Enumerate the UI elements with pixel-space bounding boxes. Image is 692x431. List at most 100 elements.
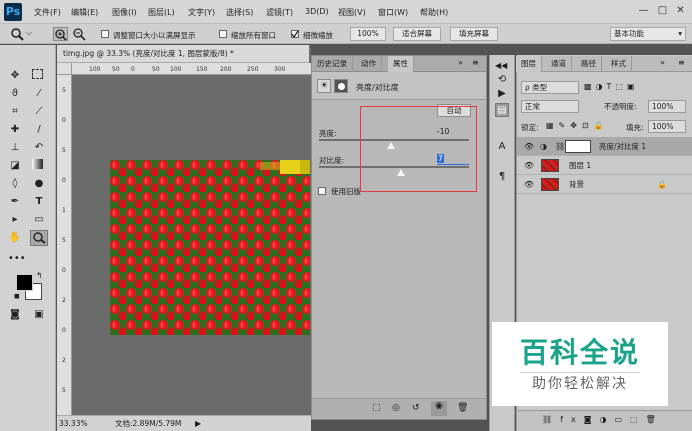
menu-3d[interactable]: 3D(D)	[305, 7, 329, 16]
tab-actions[interactable]: 动作	[356, 56, 382, 72]
eyedropper-tool-icon[interactable]: ⟋	[32, 105, 46, 118]
default-colors-icon[interactable]: ◼	[14, 292, 20, 300]
menu-help[interactable]: 帮助(H)	[420, 7, 448, 18]
layer-name[interactable]: 亮度/对比度 1	[599, 137, 646, 156]
paragraph-panel-icon[interactable]: ¶	[495, 170, 509, 184]
reset-icon[interactable]: ↺	[412, 403, 420, 413]
tab-history[interactable]: 历史记录	[312, 56, 353, 72]
delete-adjustment-icon[interactable]: 🗑	[457, 403, 468, 413]
minimize-button[interactable]: —	[636, 4, 651, 18]
brush-tool-icon[interactable]: ∕	[32, 123, 46, 136]
tab-paths[interactable]: 路径	[576, 56, 602, 72]
layer-thumbnail[interactable]	[541, 178, 559, 191]
lasso-tool-icon[interactable]: ϑ	[8, 87, 22, 100]
zoom-out-icon[interactable]	[72, 27, 87, 41]
character-panel-icon[interactable]: A	[495, 140, 509, 154]
menu-select[interactable]: 选择(S)	[226, 7, 253, 18]
layer-row-adjustment[interactable]: 👁 ◑ ⛓ 亮度/对比度 1	[517, 137, 692, 156]
eraser-tool-icon[interactable]: ◪	[8, 159, 22, 172]
blend-mode-select[interactable]: 正常	[521, 100, 579, 113]
magic-wand-tool-icon[interactable]: ⁄	[32, 87, 46, 100]
swap-colors-icon[interactable]: ↰	[36, 271, 43, 280]
opacity-input[interactable]: 100%	[648, 100, 686, 113]
view-previous-icon[interactable]: ◎	[392, 403, 400, 413]
history-panel-icon[interactable]: ⟲	[495, 73, 509, 87]
more-tools-icon[interactable]: •••	[8, 252, 26, 265]
link-icon[interactable]: ⛓	[555, 137, 565, 156]
menu-window[interactable]: 窗口(W)	[378, 7, 408, 18]
screen-mode-icon[interactable]: ▣	[32, 308, 46, 321]
resize-windows-checkbox[interactable]	[101, 30, 109, 38]
menu-layer[interactable]: 图层(L)	[148, 7, 175, 18]
zoom-100-button[interactable]: 100%	[350, 27, 386, 41]
zoom-tool-icon[interactable]	[10, 27, 24, 41]
tab-layers[interactable]: 图层	[516, 56, 542, 72]
marquee-tool-icon[interactable]	[32, 69, 43, 79]
layer-filter-select[interactable]: ρ 类型	[521, 81, 579, 94]
horizontal-ruler[interactable]: 100 50 0 50 100 150 200 250 300	[72, 63, 312, 75]
hand-tool-icon[interactable]: ✋	[8, 231, 22, 244]
zoom-all-checkbox[interactable]	[219, 30, 227, 38]
panel-menu-icon[interactable]: ≡	[472, 58, 479, 67]
collapse-panel-icon[interactable]: »	[458, 58, 463, 67]
eye-icon[interactable]: 👁	[524, 175, 534, 194]
eye-icon[interactable]: 👁	[524, 137, 534, 156]
strip-collapse-icon[interactable]: ◀◀	[495, 61, 507, 70]
fill-screen-button[interactable]: 填充屏幕	[450, 27, 498, 41]
menu-edit[interactable]: 编辑(E)	[71, 7, 98, 18]
close-window-button[interactable]: ✕	[673, 4, 688, 18]
fill-input[interactable]: 100%	[648, 120, 686, 133]
layers-collapse-icon[interactable]: »	[660, 58, 665, 67]
crop-tool-icon[interactable]: ⌗	[8, 105, 22, 118]
zoom-in-icon[interactable]	[53, 27, 68, 41]
gradient-tool-icon[interactable]	[32, 159, 43, 169]
zoom-preset-arrow[interactable]: ⌵	[26, 28, 32, 38]
tab-properties[interactable]: 属性	[388, 56, 414, 72]
history-brush-tool-icon[interactable]: ↶	[32, 141, 46, 154]
actions-panel-icon[interactable]: ▶	[495, 87, 509, 101]
shape-tool-icon[interactable]: ▭	[32, 213, 46, 226]
properties-panel-icon[interactable]: ▤	[495, 103, 509, 117]
type-tool-icon[interactable]: T	[32, 195, 46, 208]
tab-channels[interactable]: 通道	[546, 56, 572, 72]
use-legacy-checkbox[interactable]	[318, 187, 326, 195]
zoom-level[interactable]: 33.33%	[59, 416, 88, 431]
menu-type[interactable]: 文字(Y)	[188, 7, 215, 18]
workspace-select[interactable]: 基本功能 ▾	[610, 27, 686, 41]
menu-view[interactable]: 视图(V)	[338, 7, 366, 18]
quick-mask-icon[interactable]: ◙	[8, 308, 22, 321]
pen-tool-icon[interactable]: ✒	[8, 195, 22, 208]
clone-stamp-tool-icon[interactable]: ⊥	[8, 141, 22, 154]
clip-to-layer-icon[interactable]: ⬚	[372, 403, 381, 413]
layer-thumbnail[interactable]	[541, 159, 559, 172]
vertical-ruler[interactable]: 5 0 5 0 1 5 0 2 0 2 5	[57, 75, 72, 415]
menu-image[interactable]: 图像(I)	[112, 7, 137, 18]
lock-icons[interactable]: ▦✎✥⊡🔒	[546, 121, 609, 130]
layer-filter-icons[interactable]: ▩◑T⬚▣	[584, 82, 639, 91]
healing-brush-tool-icon[interactable]: ✚	[8, 123, 22, 136]
canvas-image-tulips[interactable]	[110, 160, 310, 335]
toggle-visibility-icon[interactable]: ◉	[431, 401, 447, 416]
layer-name[interactable]: 背景	[569, 175, 584, 194]
layer-name[interactable]: 图层 1	[569, 156, 591, 175]
status-menu-arrow-icon[interactable]: ▶	[195, 416, 201, 431]
brightness-adjustment-icon[interactable]: ☀	[317, 79, 331, 93]
ruler-origin[interactable]	[57, 63, 72, 75]
document-tab[interactable]: timg.jpg @ 33.3% (亮度/对比度 1, 图层蒙版/8) *	[57, 45, 309, 63]
move-tool-icon[interactable]: ✥	[8, 69, 22, 82]
tab-styles[interactable]: 样式	[606, 56, 632, 72]
layer-mask-icon[interactable]	[334, 79, 348, 93]
layers-footer-icons[interactable]: ⛓fx◙◑▭⬚🗑	[542, 415, 664, 424]
layer-mask-thumbnail[interactable]	[565, 140, 591, 153]
scrubby-zoom-checkbox[interactable]	[291, 30, 299, 38]
layer-row-image[interactable]: 👁 图层 1	[517, 156, 692, 175]
layer-row-background[interactable]: 👁 背景 🔒	[517, 175, 692, 194]
foreground-color-swatch[interactable]	[16, 274, 33, 291]
menu-filter[interactable]: 滤镜(T)	[266, 7, 293, 18]
path-selection-tool-icon[interactable]: ▸	[8, 213, 22, 226]
maximize-button[interactable]: □	[655, 4, 670, 18]
menu-file[interactable]: 文件(F)	[34, 7, 61, 18]
fit-screen-button[interactable]: 适合屏幕	[393, 27, 441, 41]
dodge-tool-icon[interactable]: ●	[32, 177, 46, 190]
blur-tool-icon[interactable]: ◊	[8, 177, 22, 190]
